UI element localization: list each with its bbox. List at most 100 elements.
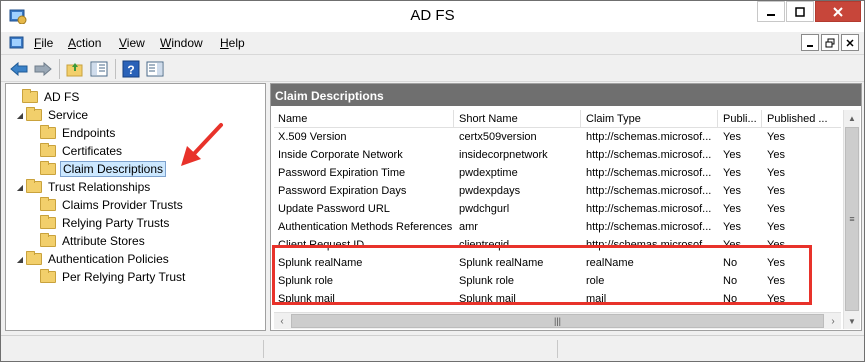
action-pane-icon [146, 61, 164, 77]
tree-item-label: Endpoints [62, 126, 116, 140]
folder-icon [22, 89, 38, 103]
cell-claim-type: http://schemas.microsof... [586, 131, 712, 143]
tree-item-per-relying-party-trust[interactable]: Per Relying Party Trust [40, 268, 187, 286]
tree-item-attribute-stores[interactable]: Attribute Stores [40, 232, 147, 250]
cell-name: Password Expiration Time [278, 167, 406, 179]
scroll-up-icon[interactable]: ▲ [844, 110, 860, 126]
folder-icon [40, 161, 56, 175]
child-close-button[interactable] [841, 34, 859, 51]
tree-item-label: Per Relying Party Trust [62, 270, 186, 284]
folder-icon [26, 251, 42, 265]
cell-published: Yes [767, 149, 785, 161]
table-row[interactable]: Authentication Methods References amr ht… [274, 219, 841, 236]
status-bar [1, 335, 864, 361]
column-header-short-name[interactable]: Short Name [455, 110, 581, 128]
cell-published-accepted: Yes [723, 185, 741, 197]
folder-icon [40, 197, 56, 211]
column-header-published[interactable]: Published ... [763, 110, 841, 128]
folder-icon [40, 143, 56, 157]
scroll-left-icon[interactable]: ‹ [274, 313, 290, 329]
close-icon [833, 6, 843, 17]
menu-window[interactable]: Window [160, 36, 203, 50]
mmc-console-icon[interactable] [9, 35, 25, 51]
up-level-button[interactable] [65, 59, 85, 79]
tree-item-trust-relationships[interactable]: ◢ Trust Relationships [14, 178, 152, 196]
tree-item-label: Relying Party Trusts [62, 216, 170, 230]
tree-item-authentication-policies[interactable]: ◢ Authentication Policies [14, 250, 171, 268]
show-hide-tree-button[interactable] [89, 59, 109, 79]
forward-arrow-icon [34, 62, 52, 76]
column-header-claim-type[interactable]: Claim Type [582, 110, 718, 128]
maximize-button[interactable] [786, 1, 814, 22]
minimize-button[interactable] [757, 1, 785, 22]
menu-view[interactable]: View [119, 36, 145, 50]
table-row[interactable]: X.509 Version certx509version http://sch… [274, 129, 841, 146]
expanded-arrow-icon[interactable]: ◢ [14, 255, 26, 264]
tree-item-label: Claims Provider Trusts [62, 198, 183, 212]
back-button[interactable] [9, 59, 29, 79]
pane-header: Claim Descriptions [271, 84, 861, 106]
cell-published-accepted: Yes [723, 149, 741, 161]
cell-claim-type: http://schemas.microsof... [586, 185, 712, 197]
tree-item-claim-descriptions[interactable]: Claim Descriptions [40, 160, 167, 178]
cell-short-name: certx509version [459, 131, 537, 143]
tree-item-certificates[interactable]: Certificates [40, 142, 124, 160]
status-separator [557, 340, 558, 358]
table-row[interactable]: Update Password URL pwdchgurl http://sch… [274, 201, 841, 218]
table-row[interactable]: Inside Corporate Network insidecorpnetwo… [274, 147, 841, 164]
tree-item-label: Service [48, 108, 89, 122]
column-header-published-accepted[interactable]: Publi... [719, 110, 762, 128]
scroll-right-icon[interactable]: › [825, 313, 841, 329]
toolbar-separator [115, 59, 116, 79]
table-row[interactable]: Password Expiration Time pwdexptime http… [274, 165, 841, 182]
vertical-scrollbar[interactable]: ▲ ≡ ▼ [843, 110, 860, 329]
child-minimize-button[interactable] [801, 34, 819, 51]
folder-icon [26, 179, 42, 193]
cell-published-accepted: Yes [723, 221, 741, 233]
tree-item-endpoints[interactable]: Endpoints [40, 124, 117, 142]
close-icon [846, 38, 854, 47]
title-bar[interactable]: AD FS [1, 1, 864, 32]
folder-icon [40, 125, 56, 139]
cell-short-name: amr [459, 221, 478, 233]
show-hide-tree-icon [90, 61, 108, 77]
action-pane-button[interactable] [145, 59, 165, 79]
cell-published: Yes [767, 221, 785, 233]
tree-item-label: Trust Relationships [48, 180, 151, 194]
expanded-arrow-icon[interactable]: ◢ [14, 111, 26, 120]
tree-item-claims-provider-trusts[interactable]: Claims Provider Trusts [40, 196, 185, 214]
scroll-down-icon[interactable]: ▼ [844, 313, 860, 329]
cell-claim-type: http://schemas.microsof... [586, 221, 712, 233]
cell-published-accepted: Yes [723, 131, 741, 143]
scroll-thumb[interactable]: ≡ [845, 127, 859, 311]
cell-name: Inside Corporate Network [278, 149, 403, 161]
cell-name: Password Expiration Days [278, 185, 407, 197]
table-row[interactable]: Password Expiration Days pwdexpdays http… [274, 183, 841, 200]
close-button[interactable] [815, 1, 861, 22]
cell-published: Yes [767, 185, 785, 197]
menu-help[interactable]: Help [220, 36, 245, 50]
window-title: AD FS [410, 7, 455, 24]
forward-button[interactable] [33, 59, 53, 79]
child-restore-button[interactable] [821, 34, 839, 51]
scroll-thumb[interactable]: ||| [291, 314, 824, 328]
tree-item-service[interactable]: ◢ Service [14, 106, 90, 124]
column-header-name[interactable]: Name [274, 110, 454, 128]
cell-published-accepted: Yes [723, 167, 741, 179]
cell-published: Yes [767, 167, 785, 179]
expanded-arrow-icon[interactable]: ◢ [14, 183, 26, 192]
folder-icon [26, 107, 42, 121]
tree-item-adfs[interactable]: AD FS [10, 88, 81, 106]
svg-text:?: ? [127, 63, 134, 77]
horizontal-scrollbar[interactable]: ‹ ||| › [274, 312, 841, 329]
back-arrow-icon [10, 62, 28, 76]
menu-bar: File Action View Window Help [1, 32, 864, 54]
cell-name: Authentication Methods References [278, 221, 453, 233]
toolbar-separator [59, 59, 60, 79]
menu-file[interactable]: File [34, 36, 53, 50]
toolbar: ? [1, 54, 864, 82]
menu-action[interactable]: Action [68, 36, 101, 50]
status-separator [263, 340, 264, 358]
help-button[interactable]: ? [121, 59, 141, 79]
tree-item-relying-party-trusts[interactable]: Relying Party Trusts [40, 214, 171, 232]
